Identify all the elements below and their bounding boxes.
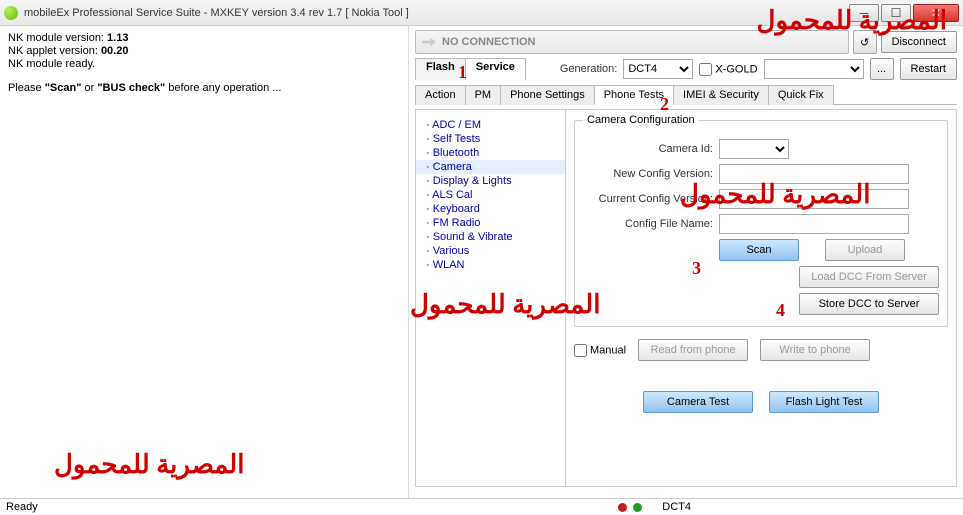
store-dcc-button[interactable]: Store DCC to Server [799, 293, 939, 315]
refresh-conn-button[interactable]: ↺ [853, 30, 877, 54]
test-item[interactable]: · WLAN [416, 258, 565, 272]
test-item[interactable]: · Self Tests [416, 132, 565, 146]
test-item[interactable]: · Sound & Vibrate [416, 230, 565, 244]
tab-phone-settings[interactable]: Phone Settings [500, 85, 595, 105]
titlebar: mobileEx Professional Service Suite - MX… [0, 0, 963, 26]
test-item[interactable]: · Display & Lights [416, 174, 565, 188]
tab-label: Flash [426, 61, 455, 73]
write-to-phone-button[interactable]: Write to phone [760, 339, 870, 361]
camera-test-button[interactable]: Camera Test [643, 391, 753, 413]
mode-tabs: Flash Service [415, 58, 525, 80]
log-text: NK module version: [8, 32, 107, 44]
log-text: "BUS check" [97, 82, 165, 94]
log-text: Please [8, 82, 45, 94]
tab-pm[interactable]: PM [465, 85, 502, 105]
generation-select[interactable]: DCT4 [623, 59, 693, 79]
camera-config-group: Camera Configuration Camera Id: New Conf… [574, 114, 948, 327]
log-value: 00.20 [101, 45, 129, 57]
log-text: before any operation ... [165, 82, 281, 94]
test-item[interactable]: · Camera [416, 160, 565, 174]
maximize-button[interactable]: ☐ [881, 4, 911, 22]
restart-button[interactable]: Restart [900, 58, 957, 80]
disconnect-button[interactable]: Disconnect [881, 31, 957, 53]
manual-label: Manual [590, 344, 626, 356]
log-text: or [81, 82, 97, 94]
tab-flash[interactable]: Flash [415, 58, 466, 80]
tab-phone-tests[interactable]: Phone Tests [594, 85, 674, 105]
test-item[interactable]: · Keyboard [416, 202, 565, 216]
status-gen: DCT4 [662, 501, 691, 513]
scan-button[interactable]: Scan [719, 239, 799, 261]
log-text: "Scan" [45, 82, 82, 94]
tab-imei-security[interactable]: IMEI & Security [673, 85, 769, 105]
led-red-icon [618, 503, 627, 512]
camera-config-legend: Camera Configuration [583, 114, 699, 126]
xgold-check[interactable] [699, 63, 712, 76]
log-text: NK module ready. [8, 58, 400, 70]
current-config-label: Current Config Version: [583, 193, 713, 205]
camera-id-label: Camera Id: [583, 143, 713, 155]
test-item[interactable]: · Various [416, 244, 565, 258]
flash-light-test-button[interactable]: Flash Light Test [769, 391, 879, 413]
status-bar: Ready DCT4 [0, 498, 963, 515]
new-config-label: New Config Version: [583, 168, 713, 180]
tab-service[interactable]: Service [465, 58, 526, 80]
app-icon [4, 6, 18, 20]
config-file-input[interactable] [719, 214, 909, 234]
read-from-phone-button[interactable]: Read from phone [638, 339, 748, 361]
generation-label: Generation: [560, 63, 617, 75]
new-config-input[interactable] [719, 164, 909, 184]
xgold-checkbox[interactable]: X-GOLD [699, 63, 757, 76]
load-dcc-button[interactable]: Load DCC From Server [799, 266, 939, 288]
current-config-input[interactable] [719, 189, 909, 209]
led-green-icon [633, 503, 642, 512]
test-item[interactable]: · ADC / EM [416, 118, 565, 132]
service-tabs: Action PM Phone Settings Phone Tests IME… [415, 84, 957, 105]
close-button[interactable]: ✕ [913, 4, 959, 22]
tab-action[interactable]: Action [415, 85, 466, 105]
tab-label: Service [476, 61, 515, 73]
log-panel: NK module version: 1.13 NK applet versio… [0, 26, 408, 498]
log-text: NK applet version: [8, 45, 101, 57]
camera-id-select[interactable] [719, 139, 789, 159]
window-title: mobileEx Professional Service Suite - MX… [24, 7, 849, 19]
manual-checkbox[interactable]: Manual [574, 344, 626, 357]
test-item[interactable]: · Bluetooth [416, 146, 565, 160]
log-value: 1.13 [107, 32, 128, 44]
test-list: · ADC / EM· Self Tests· Bluetooth· Camer… [416, 110, 566, 486]
manual-check[interactable] [574, 344, 587, 357]
test-item[interactable]: · FM Radio [416, 216, 565, 230]
plug-icon [422, 35, 436, 49]
upload-button[interactable]: Upload [825, 239, 905, 261]
test-item[interactable]: · ALS Cal [416, 188, 565, 202]
connection-text: NO CONNECTION [442, 36, 536, 48]
xgold-select[interactable] [764, 59, 864, 79]
status-ready: Ready [6, 501, 38, 513]
dots-button[interactable]: ... [870, 58, 894, 80]
xgold-label: X-GOLD [715, 63, 757, 75]
connection-status: NO CONNECTION [415, 30, 849, 54]
minimize-button[interactable]: ─ [849, 4, 879, 22]
config-file-label: Config File Name: [583, 218, 713, 230]
camera-form: Camera Configuration Camera Id: New Conf… [566, 110, 956, 486]
tab-quick-fix[interactable]: Quick Fix [768, 85, 834, 105]
